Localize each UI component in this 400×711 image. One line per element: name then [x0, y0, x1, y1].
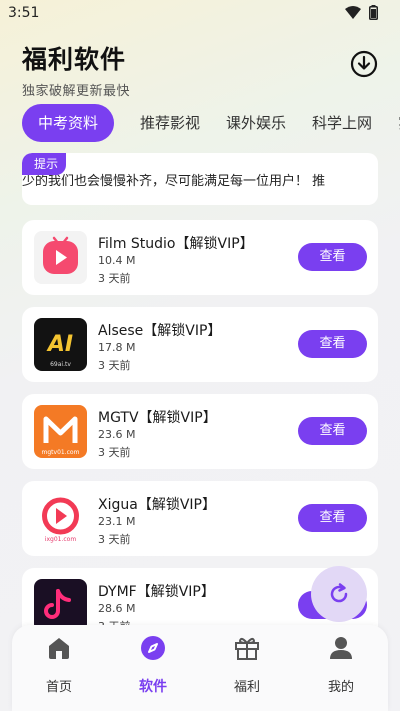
view-button[interactable]: 查看 [298, 504, 367, 532]
alsese-icon: AI 69ai.tv [34, 318, 87, 371]
xigua-icon: ixg01.com [34, 492, 87, 545]
film-studio-icon [34, 231, 87, 284]
tab-entertainment[interactable]: 课外娱乐 [226, 104, 286, 142]
refresh-button[interactable] [311, 566, 367, 622]
app-size: 23.6 M [98, 428, 136, 441]
notice-badge: 提示 [22, 153, 67, 175]
notice-banner: 少的我们也会慢慢补齐，尽可能满足每一位用户！ 推 提示 [22, 153, 378, 205]
app-name: DYMF【解锁VIP】 [98, 584, 215, 600]
app-title: 福利软件 [22, 45, 127, 74]
app-name: MGTV【解锁VIP】 [98, 410, 217, 426]
tab-zhongkao[interactable]: 中考资料 [22, 104, 115, 142]
status-bar: 3:51 [0, 0, 400, 28]
app-size: 23.1 M [98, 515, 136, 528]
status-icons [345, 5, 378, 20]
nav-label: 福利 [233, 680, 260, 695]
view-button[interactable]: 查看 [298, 330, 367, 358]
app-time: 3 天前 [98, 272, 131, 285]
alsese-url-text: 69ai.tv [50, 361, 71, 368]
nav-mine[interactable]: 我的 [294, 625, 388, 711]
tab-recommended-video[interactable]: 推荐影视 [140, 104, 200, 142]
notice-text: 少的我们也会慢慢补齐，尽可能满足每一位用户！ 推 [22, 174, 326, 189]
refresh-icon [330, 583, 348, 603]
app-time: 3 天前 [98, 533, 131, 546]
app-size: 28.6 M [98, 602, 136, 615]
nav-welfare[interactable]: 福利 [200, 625, 294, 711]
wifi-icon [345, 5, 361, 19]
alsese-logo-text: AI [46, 332, 73, 357]
category-tabs: 中考资料推荐影视课外娱乐科学上网实 [22, 104, 400, 144]
app-subtitle: 独家破解更新最快 [22, 84, 131, 99]
bottom-nav: 首页 软件 福利 我的 [12, 625, 388, 711]
app-card[interactable]: mgtv01.com MGTV【解锁VIP】 23.6 M 3 天前 查看 [22, 394, 378, 469]
nav-label: 首页 [45, 680, 72, 695]
app-name: Xigua【解锁VIP】 [98, 497, 216, 513]
view-button[interactable]: 查看 [298, 243, 367, 271]
view-button[interactable]: 查看 [298, 417, 367, 445]
nav-label: 软件 [139, 679, 167, 695]
xigua-url-text: ixg01.com [45, 536, 77, 543]
app-card[interactable]: Film Studio【解锁VIP】 10.4 M 3 天前 查看 [22, 220, 378, 295]
app-size: 10.4 M [98, 254, 136, 267]
nav-software[interactable]: 软件 [106, 625, 200, 711]
home-icon [49, 638, 69, 659]
app-card[interactable]: ixg01.com Xigua【解锁VIP】 23.1 M 3 天前 查看 [22, 481, 378, 556]
user-icon [330, 637, 352, 659]
status-time: 3:51 [8, 5, 40, 21]
mgtv-icon: mgtv01.com [34, 405, 87, 458]
app-size: 17.8 M [98, 341, 136, 354]
app-time: 3 天前 [98, 446, 131, 459]
nav-label: 我的 [327, 680, 354, 695]
app-card[interactable]: AI 69ai.tv Alsese【解锁VIP】 17.8 M 3 天前 查看 [22, 307, 378, 382]
app-name: Alsese【解锁VIP】 [98, 323, 222, 339]
header: 福利软件 独家破解更新最快 [22, 40, 130, 99]
tab-science-internet[interactable]: 科学上网 [312, 104, 372, 142]
battery-icon [369, 5, 378, 20]
gift-icon [235, 637, 259, 660]
mgtv-url-text: mgtv01.com [42, 449, 80, 456]
download-icon[interactable] [350, 50, 378, 78]
app-name: Film Studio【解锁VIP】 [98, 236, 254, 252]
nav-home[interactable]: 首页 [12, 625, 106, 711]
compass-icon [141, 636, 165, 660]
app-time: 3 天前 [98, 359, 131, 372]
